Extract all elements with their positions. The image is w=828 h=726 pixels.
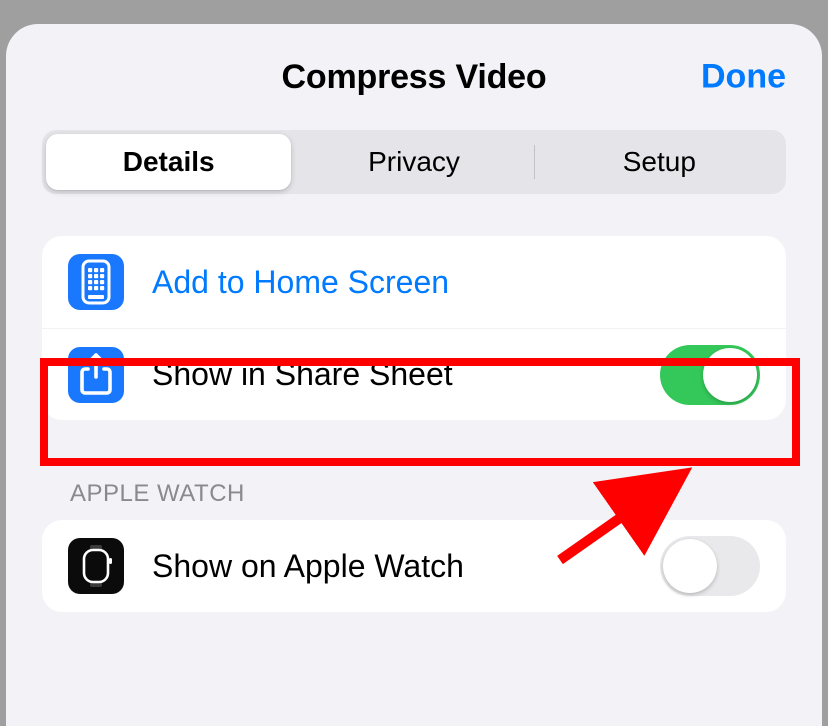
tab-setup[interactable]: Setup	[537, 134, 782, 190]
apple-watch-list: Show on Apple Watch	[42, 520, 786, 612]
sheet-header: Compress Video Done	[6, 24, 822, 130]
toggle-knob	[663, 539, 717, 593]
apple-watch-icon	[68, 538, 124, 594]
tab-privacy[interactable]: Privacy	[291, 134, 536, 190]
show-in-share-sheet-label: Show in Share Sheet	[152, 356, 660, 393]
show-in-share-sheet-toggle[interactable]	[660, 345, 760, 405]
show-on-apple-watch-toggle[interactable]	[660, 536, 760, 596]
show-on-apple-watch-row: Show on Apple Watch	[42, 520, 786, 612]
show-in-share-sheet-row: Show in Share Sheet	[42, 328, 786, 420]
details-list: Add to Home Screen Show in Share Sheet	[42, 236, 786, 420]
done-button[interactable]: Done	[701, 58, 786, 97]
settings-sheet: Compress Video Done Details Privacy Setu…	[6, 24, 822, 726]
sheet-content: Details Privacy Setup	[6, 130, 822, 612]
share-sheet-icon	[68, 347, 124, 403]
sheet-title: Compress Video	[282, 58, 547, 97]
apple-watch-section-header: APPLE WATCH	[70, 480, 786, 508]
toggle-knob	[703, 348, 757, 402]
add-to-home-screen-label: Add to Home Screen	[152, 264, 760, 301]
tab-segmented-control[interactable]: Details Privacy Setup	[42, 130, 786, 194]
home-screen-icon	[68, 254, 124, 310]
add-to-home-screen-row[interactable]: Add to Home Screen	[42, 236, 786, 328]
show-on-apple-watch-label: Show on Apple Watch	[152, 548, 660, 585]
tab-details[interactable]: Details	[46, 134, 291, 190]
